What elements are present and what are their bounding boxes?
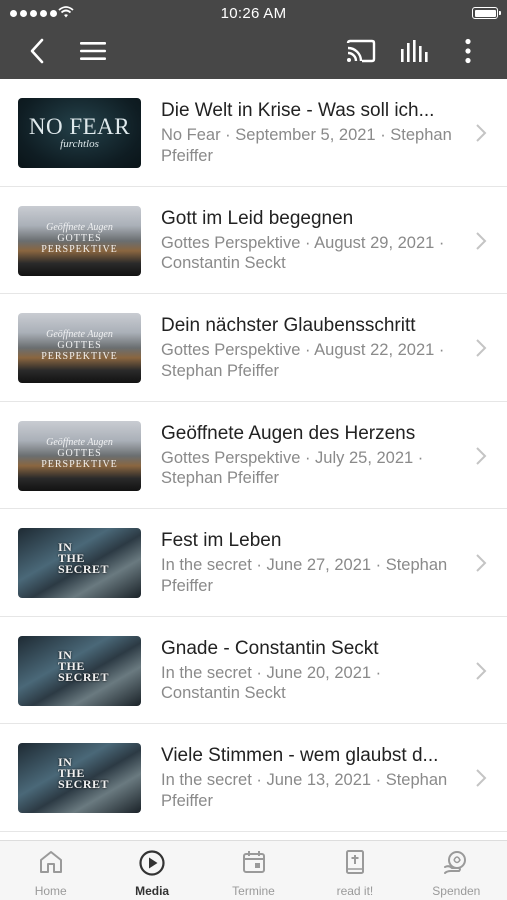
media-meta: Gottes Perspektive · August 29, 2021 · C… bbox=[161, 233, 445, 273]
calendar-icon bbox=[242, 851, 265, 873]
cast-icon bbox=[346, 39, 376, 63]
media-item[interactable]: Geöffnete Augen GOTTES PERSPEKTIVE Gott … bbox=[0, 187, 507, 294]
cast-button[interactable] bbox=[345, 34, 377, 68]
donate-icon bbox=[444, 851, 467, 874]
tab-spenden[interactable]: Spenden bbox=[406, 841, 507, 900]
app-header: 10:26 AM bbox=[0, 0, 507, 79]
media-item[interactable]: IN THE SECRET Viele Stimmen - wem glaubs… bbox=[0, 724, 507, 832]
media-thumbnail: Geöffnete Augen GOTTES PERSPEKTIVE bbox=[18, 313, 141, 383]
chevron-right-icon bbox=[476, 554, 487, 572]
tab-read-it[interactable]: read it! bbox=[304, 841, 405, 900]
media-meta: No Fear · September 5, 2021 · Stephan Pf… bbox=[161, 126, 452, 165]
battery-icon bbox=[472, 7, 501, 19]
audio-button[interactable] bbox=[398, 34, 430, 68]
media-meta: In the secret · June 27, 2021 · Stephan … bbox=[161, 556, 448, 595]
media-thumbnail: Geöffnete Augen GOTTES PERSPEKTIVE bbox=[18, 420, 141, 491]
media-meta: In the secret · June 13, 2021 · Stephan … bbox=[161, 771, 448, 810]
media-thumbnail: IN THE SECRET bbox=[18, 743, 141, 813]
media-meta: Gottes Perspektive · July 25, 2021 · Ste… bbox=[161, 448, 424, 488]
media-title: Viele Stimmen - wem glaubst d... bbox=[161, 745, 439, 766]
chevron-right-icon bbox=[476, 661, 487, 680]
media-item[interactable]: Geöffnete Augen GOTTES PERSPEKTIVE Geöff… bbox=[0, 402, 507, 509]
more-vertical-icon bbox=[465, 38, 471, 64]
media-thumbnail: IN THE SECRET bbox=[18, 528, 141, 598]
status-time: 10:26 AM bbox=[220, 5, 287, 22]
media-thumbnail: NO FEAR furchtlos bbox=[18, 98, 141, 168]
chevron-right-icon bbox=[476, 769, 487, 787]
menu-button[interactable] bbox=[78, 34, 108, 68]
media-title: Die Welt in Krise - Was soll ich... bbox=[161, 100, 435, 121]
media-title: Gott im Leid begegnen bbox=[161, 207, 354, 229]
media-list: NO FEAR furchtlos Die Welt in Krise - Wa… bbox=[0, 79, 507, 840]
more-button[interactable] bbox=[458, 34, 478, 68]
status-bar: 10:26 AM bbox=[0, 0, 507, 28]
bible-icon bbox=[345, 850, 364, 874]
equalizer-icon bbox=[401, 40, 428, 62]
media-item[interactable]: IN THE SECRET Fest im Leben In the secre… bbox=[0, 509, 507, 617]
media-meta: Gottes Perspektive · August 22, 2021 · S… bbox=[161, 341, 445, 380]
tab-home[interactable]: Home bbox=[0, 841, 101, 900]
chevron-right-icon bbox=[476, 124, 487, 142]
tab-bar: Home Media Termine read it! Spenden bbox=[0, 840, 507, 900]
home-icon bbox=[39, 851, 62, 873]
back-button[interactable] bbox=[22, 34, 52, 68]
chevron-right-icon bbox=[476, 446, 487, 465]
media-item[interactable]: IN THE SECRET Gnade - Constantin Seckt I… bbox=[0, 617, 507, 724]
media-thumbnail: Geöffnete Augen GOTTES PERSPEKTIVE bbox=[18, 205, 141, 276]
tab-media[interactable]: Media bbox=[101, 841, 202, 900]
media-meta: In the secret · June 20, 2021 · Constant… bbox=[161, 663, 382, 703]
hamburger-menu-icon bbox=[80, 42, 106, 60]
media-title: Gnade - Constantin Seckt bbox=[161, 637, 379, 659]
media-title: Fest im Leben bbox=[161, 530, 282, 551]
play-circle-icon bbox=[139, 850, 165, 876]
chevron-right-icon bbox=[476, 231, 487, 250]
media-item[interactable]: Geöffnete Augen GOTTES PERSPEKTIVE Dein … bbox=[0, 294, 507, 402]
chevron-right-icon bbox=[476, 339, 487, 357]
tab-termine[interactable]: Termine bbox=[203, 841, 304, 900]
media-title: Dein nächster Glaubensschritt bbox=[161, 315, 416, 336]
media-thumbnail: IN THE SECRET bbox=[18, 635, 141, 706]
chevron-left-icon bbox=[30, 38, 44, 64]
media-title: Geöffnete Augen des Herzens bbox=[161, 422, 416, 444]
media-item[interactable]: NO FEAR furchtlos Die Welt in Krise - Wa… bbox=[0, 79, 507, 187]
